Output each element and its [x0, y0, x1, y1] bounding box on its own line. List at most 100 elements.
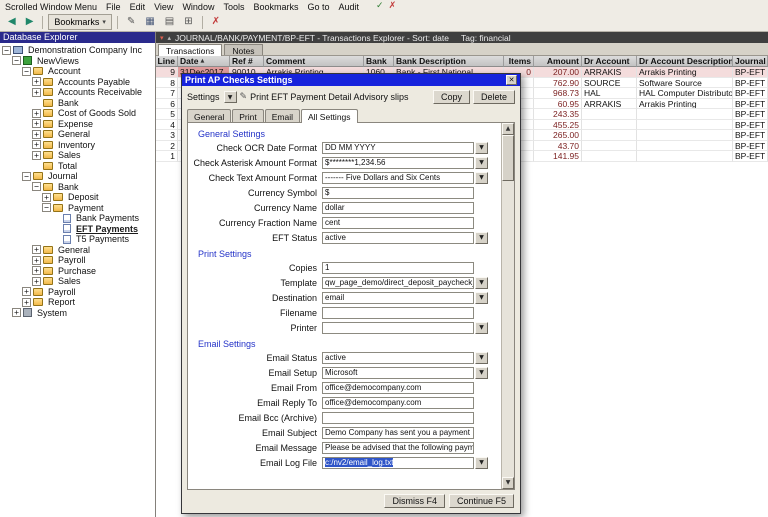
cell-journal[interactable]: BP-EFT [733, 88, 768, 99]
check-asterisk-amount-format-input[interactable]: $********1,234.56 [322, 156, 474, 169]
expand-icon[interactable]: + [32, 255, 41, 265]
template-input[interactable]: qw_page_demo/direct_deposit_paycheck_det… [322, 276, 474, 289]
column-header-dr-account-description[interactable]: Dr Account Description [637, 56, 733, 67]
tree-item-accounts-receivable[interactable]: + Accounts Receivable [0, 87, 155, 98]
tree-item-system[interactable]: + System [0, 308, 155, 319]
cell-journal[interactable]: BP-EFT [733, 77, 768, 88]
template-dropdown-icon[interactable]: ▼ [475, 276, 488, 289]
expand-icon[interactable]: + [12, 308, 21, 318]
cell-dr-account[interactable]: ARRAKIS [582, 67, 637, 78]
column-header-ref[interactable]: Ref # [230, 56, 264, 67]
copy-button[interactable]: Copy [432, 90, 470, 104]
expand-icon[interactable]: + [32, 87, 41, 97]
expand-icon[interactable]: + [32, 245, 41, 255]
cell-line[interactable]: 2 [156, 140, 178, 151]
cell-amount[interactable]: 455.25 [534, 119, 582, 130]
cell-dr-account[interactable]: SOURCE [582, 77, 637, 88]
tab-notes[interactable]: Notes [224, 44, 263, 56]
cell-journal[interactable]: BP-EFT [733, 130, 768, 141]
cell-dr-account-description[interactable] [637, 119, 733, 130]
cell-amount[interactable]: 141.95 [534, 151, 582, 162]
tree-item-total[interactable]: Total [0, 161, 155, 172]
eft-status-input[interactable]: active [322, 231, 474, 244]
calculator-button[interactable]: ⊞ [180, 14, 196, 30]
cell-dr-account-description[interactable]: Arrakis Printing [637, 67, 733, 78]
column-header-journal[interactable]: Journal [733, 56, 768, 67]
dialog-titlebar[interactable]: Print AP Checks Settings ✕ [182, 74, 520, 86]
tab-transactions[interactable]: Transactions [158, 44, 223, 56]
cell-amount[interactable]: 43.70 [534, 140, 582, 151]
cell-dr-account[interactable]: ARRAKIS [582, 98, 637, 109]
email-from-input[interactable]: office@democompany.com [322, 381, 474, 394]
collapse-icon[interactable]: − [22, 66, 31, 76]
tree-item-journal[interactable]: − Journal [0, 171, 155, 182]
cell-journal[interactable]: BP-EFT [733, 119, 768, 130]
check-ocr-date-format-dropdown-icon[interactable]: ▼ [475, 141, 488, 154]
cell-dr-account-description[interactable]: HAL Computer Distributors [637, 88, 733, 99]
email-setup-input[interactable]: Microsoft [322, 366, 474, 379]
email-subject-input[interactable]: Demo Company has sent you a payment [322, 426, 474, 439]
tree-item-newviews[interactable]: − NewViews [0, 56, 155, 67]
clear-audit-marks-button[interactable]: ✗ [208, 14, 224, 30]
cell-dr-account[interactable] [582, 119, 637, 130]
scroll-track[interactable] [502, 135, 514, 477]
scroll-up-icon[interactable]: ▲ [502, 123, 514, 135]
cell-line[interactable]: 5 [156, 109, 178, 120]
dialog-tab-print[interactable]: Print [232, 109, 264, 122]
expand-icon[interactable]: + [32, 108, 41, 118]
cell-dr-account-description[interactable] [637, 151, 733, 162]
column-header-bank[interactable]: Bank [364, 56, 394, 67]
cell-dr-account-description[interactable] [637, 140, 733, 151]
collapse-icon[interactable]: − [32, 182, 41, 192]
cell-journal[interactable]: BP-EFT [733, 67, 768, 78]
cell-dr-account-description[interactable]: Software Source [637, 77, 733, 88]
cell-line[interactable]: 4 [156, 119, 178, 130]
dialog-scrollbar[interactable]: ▲ ▼ [501, 123, 514, 489]
tree-item-account[interactable]: − Account [0, 66, 155, 77]
cell-amount[interactable]: 762.90 [534, 77, 582, 88]
column-header-items[interactable]: Items [504, 56, 534, 67]
expand-icon[interactable]: + [32, 266, 41, 276]
email-log-file-input[interactable]: c:/nv2/email_log.txt [322, 456, 474, 469]
menu-item-tools[interactable]: Tools [223, 2, 244, 12]
cell-dr-account[interactable] [582, 109, 637, 120]
column-header-dr-account[interactable]: Dr Account [582, 56, 637, 67]
tree-item-accounts-payable[interactable]: + Accounts Payable [0, 77, 155, 88]
cell-amount[interactable]: 265.00 [534, 130, 582, 141]
tree-item-sales[interactable]: + Sales [0, 276, 155, 287]
cell-journal[interactable]: BP-EFT [733, 109, 768, 120]
pane-menu-icon[interactable]: ▴ [168, 34, 172, 42]
destination-input[interactable]: email [322, 291, 474, 304]
tree-item-sales[interactable]: + Sales [0, 150, 155, 161]
email-bcc-archive-input[interactable] [322, 411, 474, 424]
email-setup-dropdown-icon[interactable]: ▼ [475, 366, 488, 379]
tree-item-general[interactable]: + General [0, 129, 155, 140]
cell-line[interactable]: 9 [156, 67, 178, 78]
destination-dropdown-icon[interactable]: ▼ [475, 291, 488, 304]
menu-item-edit[interactable]: Edit [130, 2, 146, 12]
cell-dr-account-description[interactable] [637, 109, 733, 120]
close-icon[interactable]: ✕ [506, 75, 517, 85]
check-asterisk-amount-format-dropdown-icon[interactable]: ▼ [475, 156, 488, 169]
column-header-date[interactable]: Date ▲ [178, 56, 230, 67]
menu-item-window[interactable]: Window [182, 2, 214, 12]
dialog-tab-email[interactable]: Email [264, 109, 300, 122]
audit-clear-icon[interactable]: ✗ [389, 1, 397, 12]
pane-collapse-icon[interactable]: ▾ [160, 34, 164, 42]
cell-journal[interactable]: BP-EFT [733, 140, 768, 151]
audit-check-icon[interactable]: ✓ [376, 1, 384, 12]
tree-item-expense[interactable]: + Expense [0, 119, 155, 130]
tree-item-payroll[interactable]: + Payroll [0, 287, 155, 298]
cell-amount[interactable]: 968.73 [534, 88, 582, 99]
filename-input[interactable] [322, 306, 474, 319]
cell-dr-account-description[interactable]: Arrakis Printing [637, 98, 733, 109]
tree-item-general[interactable]: + General [0, 245, 155, 256]
cell-dr-account-description[interactable] [637, 130, 733, 141]
edit-annotation-button[interactable]: ✎ [123, 14, 139, 30]
tree-item-bank[interactable]: Bank [0, 98, 155, 109]
copies-input[interactable]: 1 [322, 261, 474, 274]
tree-item-purchase[interactable]: + Purchase [0, 266, 155, 277]
column-header-amount[interactable]: Amount [534, 56, 582, 67]
delete-button[interactable]: Delete [472, 90, 515, 104]
scroll-thumb[interactable] [502, 135, 514, 181]
